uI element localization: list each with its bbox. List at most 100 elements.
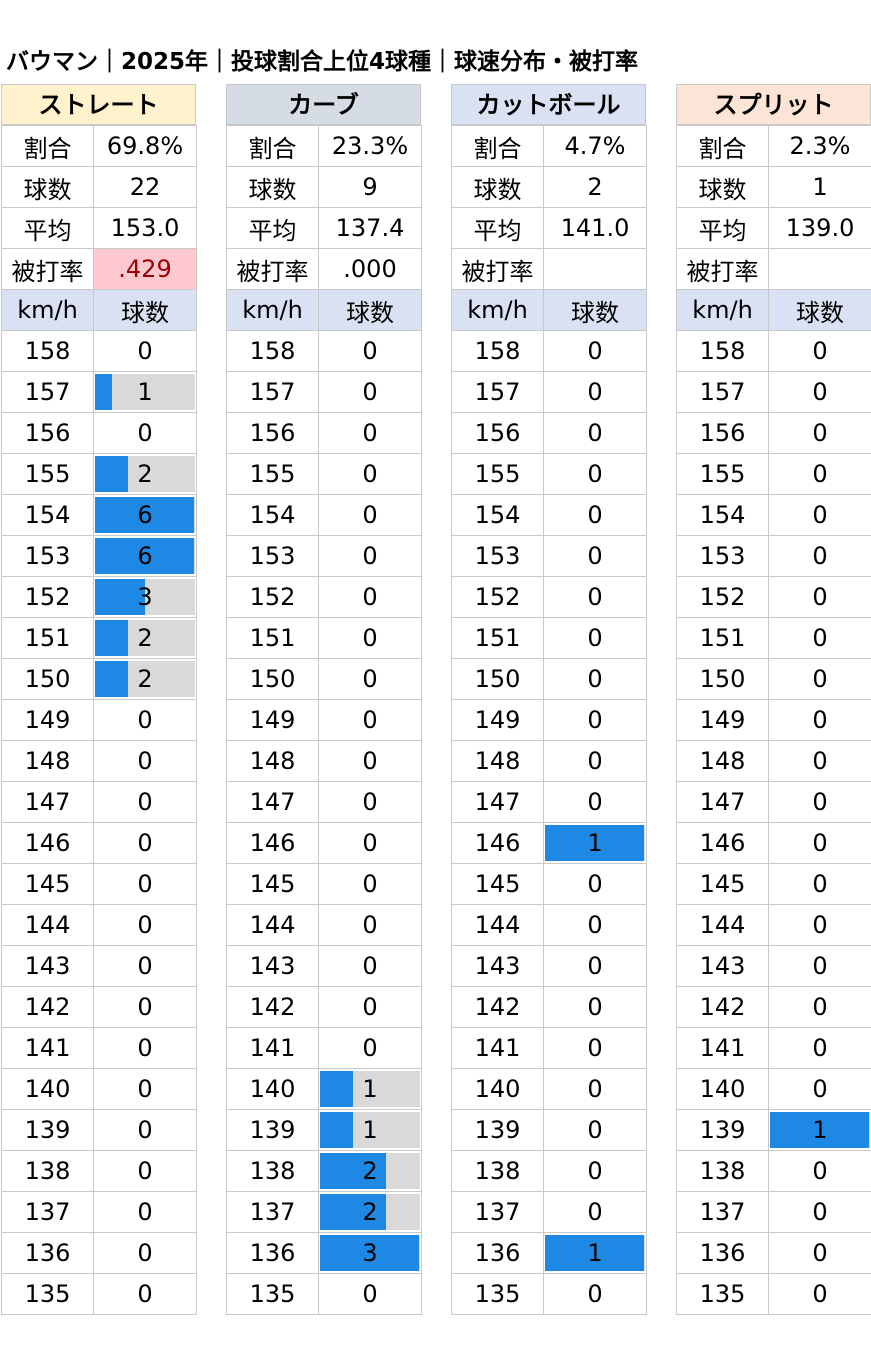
speed-row: 151 2 bbox=[1, 617, 197, 659]
value-text: 0 bbox=[362, 993, 378, 1021]
babip-row: 被打率 .429 bbox=[1, 248, 197, 290]
value-text: 0 bbox=[137, 419, 153, 447]
row-value: .429 bbox=[93, 248, 197, 290]
speed-row: 156 0 bbox=[451, 412, 647, 454]
value-text: 0 bbox=[587, 747, 603, 775]
value-text: 6 bbox=[137, 542, 153, 570]
speed-row: 140 1 bbox=[226, 1068, 422, 1110]
speed-row: 148 0 bbox=[1, 740, 197, 782]
row-value: 0 bbox=[543, 371, 647, 413]
value-text: 0 bbox=[362, 337, 378, 365]
row-value: 0 bbox=[93, 330, 197, 372]
speed-row: 136 3 bbox=[226, 1232, 422, 1274]
speed-row: 155 0 bbox=[676, 453, 871, 495]
row-label: 被打率 bbox=[226, 248, 319, 290]
row-value: 2 bbox=[93, 658, 197, 700]
row-label: 142 bbox=[676, 986, 769, 1028]
row-value: 3 bbox=[93, 576, 197, 618]
pitch-panel: カットボール 割合 4.7% 球数 2 平均 141.0 被打率 km/h 球数 158 0 157 0 1… bbox=[451, 84, 647, 1315]
value-text: 0 bbox=[587, 1198, 603, 1226]
row-label: 155 bbox=[1, 453, 94, 495]
ratio-row: 割合 4.7% bbox=[451, 125, 647, 167]
speed-row: 137 2 bbox=[226, 1191, 422, 1233]
row-value: 0 bbox=[543, 1150, 647, 1192]
row-label: 158 bbox=[451, 330, 544, 372]
speed-row: 154 0 bbox=[226, 494, 422, 536]
value-text: 0 bbox=[137, 993, 153, 1021]
value-text: 0 bbox=[137, 1198, 153, 1226]
count-row: 球数 22 bbox=[1, 166, 197, 208]
row-value: 0 bbox=[318, 1273, 422, 1315]
value-text: 0 bbox=[362, 911, 378, 939]
speed-row: 146 0 bbox=[1, 822, 197, 864]
row-label: 平均 bbox=[226, 207, 319, 249]
speed-row: 152 0 bbox=[451, 576, 647, 618]
row-value: 6 bbox=[93, 535, 197, 577]
row-label: 156 bbox=[226, 412, 319, 454]
row-label: 140 bbox=[226, 1068, 319, 1110]
row-value: 0 bbox=[318, 494, 422, 536]
row-label: 141 bbox=[226, 1027, 319, 1069]
row-label: 140 bbox=[451, 1068, 544, 1110]
speed-row: 141 0 bbox=[1, 1027, 197, 1069]
speed-row: 140 0 bbox=[676, 1068, 871, 1110]
value-text: 0 bbox=[137, 337, 153, 365]
value-text: 0 bbox=[137, 911, 153, 939]
value-text: 0 bbox=[362, 706, 378, 734]
row-value: 1 bbox=[318, 1109, 422, 1151]
value-text: 139.0 bbox=[785, 214, 855, 242]
value-text: 2 bbox=[362, 1157, 378, 1185]
row-value: 0 bbox=[768, 945, 871, 987]
speed-row: 139 1 bbox=[676, 1109, 871, 1151]
row-label: 143 bbox=[676, 945, 769, 987]
row-value: 141.0 bbox=[543, 207, 647, 249]
speed-row: 135 0 bbox=[676, 1273, 871, 1315]
row-value: 0 bbox=[768, 453, 871, 495]
value-text: 0 bbox=[587, 419, 603, 447]
row-value: 0 bbox=[543, 535, 647, 577]
speed-row: 149 0 bbox=[1, 699, 197, 741]
row-value: 0 bbox=[318, 371, 422, 413]
row-value: 0 bbox=[318, 535, 422, 577]
row-label: 151 bbox=[676, 617, 769, 659]
row-value: 0 bbox=[543, 740, 647, 782]
row-value: 1 bbox=[93, 371, 197, 413]
row-value: 22 bbox=[93, 166, 197, 208]
row-label: 144 bbox=[226, 904, 319, 946]
speed-row: 148 0 bbox=[451, 740, 647, 782]
speed-row: 145 0 bbox=[1, 863, 197, 905]
speed-row: 144 0 bbox=[676, 904, 871, 946]
row-value: 0 bbox=[543, 1273, 647, 1315]
row-label: 139 bbox=[1, 1109, 94, 1151]
row-label: 141 bbox=[1, 1027, 94, 1069]
pitch-panel: カーブ 割合 23.3% 球数 9 平均 137.4 被打率 .000 km/h 球数 158 0 157… bbox=[226, 84, 422, 1315]
row-value: 0 bbox=[768, 863, 871, 905]
value-text: 0 bbox=[587, 1075, 603, 1103]
row-label: 球数 bbox=[226, 166, 319, 208]
row-label: 158 bbox=[226, 330, 319, 372]
value-text: .429 bbox=[118, 255, 172, 283]
speed-row: 158 0 bbox=[226, 330, 422, 372]
row-value: 0 bbox=[768, 740, 871, 782]
row-value: 0 bbox=[318, 740, 422, 782]
row-label: 157 bbox=[676, 371, 769, 413]
value-text: 0 bbox=[812, 1075, 828, 1103]
row-value: 球数 bbox=[768, 289, 871, 331]
row-label: 141 bbox=[676, 1027, 769, 1069]
value-text: 0 bbox=[587, 501, 603, 529]
value-text: 0 bbox=[812, 747, 828, 775]
speed-row: 146 0 bbox=[226, 822, 422, 864]
row-value: 2 bbox=[93, 453, 197, 495]
row-label: 153 bbox=[226, 535, 319, 577]
page-title: バウマン｜2025年｜投球割合上位4球種｜球速分布・被打率 bbox=[6, 49, 639, 75]
value-text: 0 bbox=[812, 1280, 828, 1308]
row-value: 球数 bbox=[93, 289, 197, 331]
row-label: 157 bbox=[226, 371, 319, 413]
row-label: 153 bbox=[1, 535, 94, 577]
value-text: 0 bbox=[587, 665, 603, 693]
value-text: 0 bbox=[812, 788, 828, 816]
value-text: 0 bbox=[137, 1280, 153, 1308]
value-text: 0 bbox=[587, 378, 603, 406]
value-text: 球数 bbox=[571, 298, 619, 327]
row-label: 135 bbox=[451, 1273, 544, 1315]
